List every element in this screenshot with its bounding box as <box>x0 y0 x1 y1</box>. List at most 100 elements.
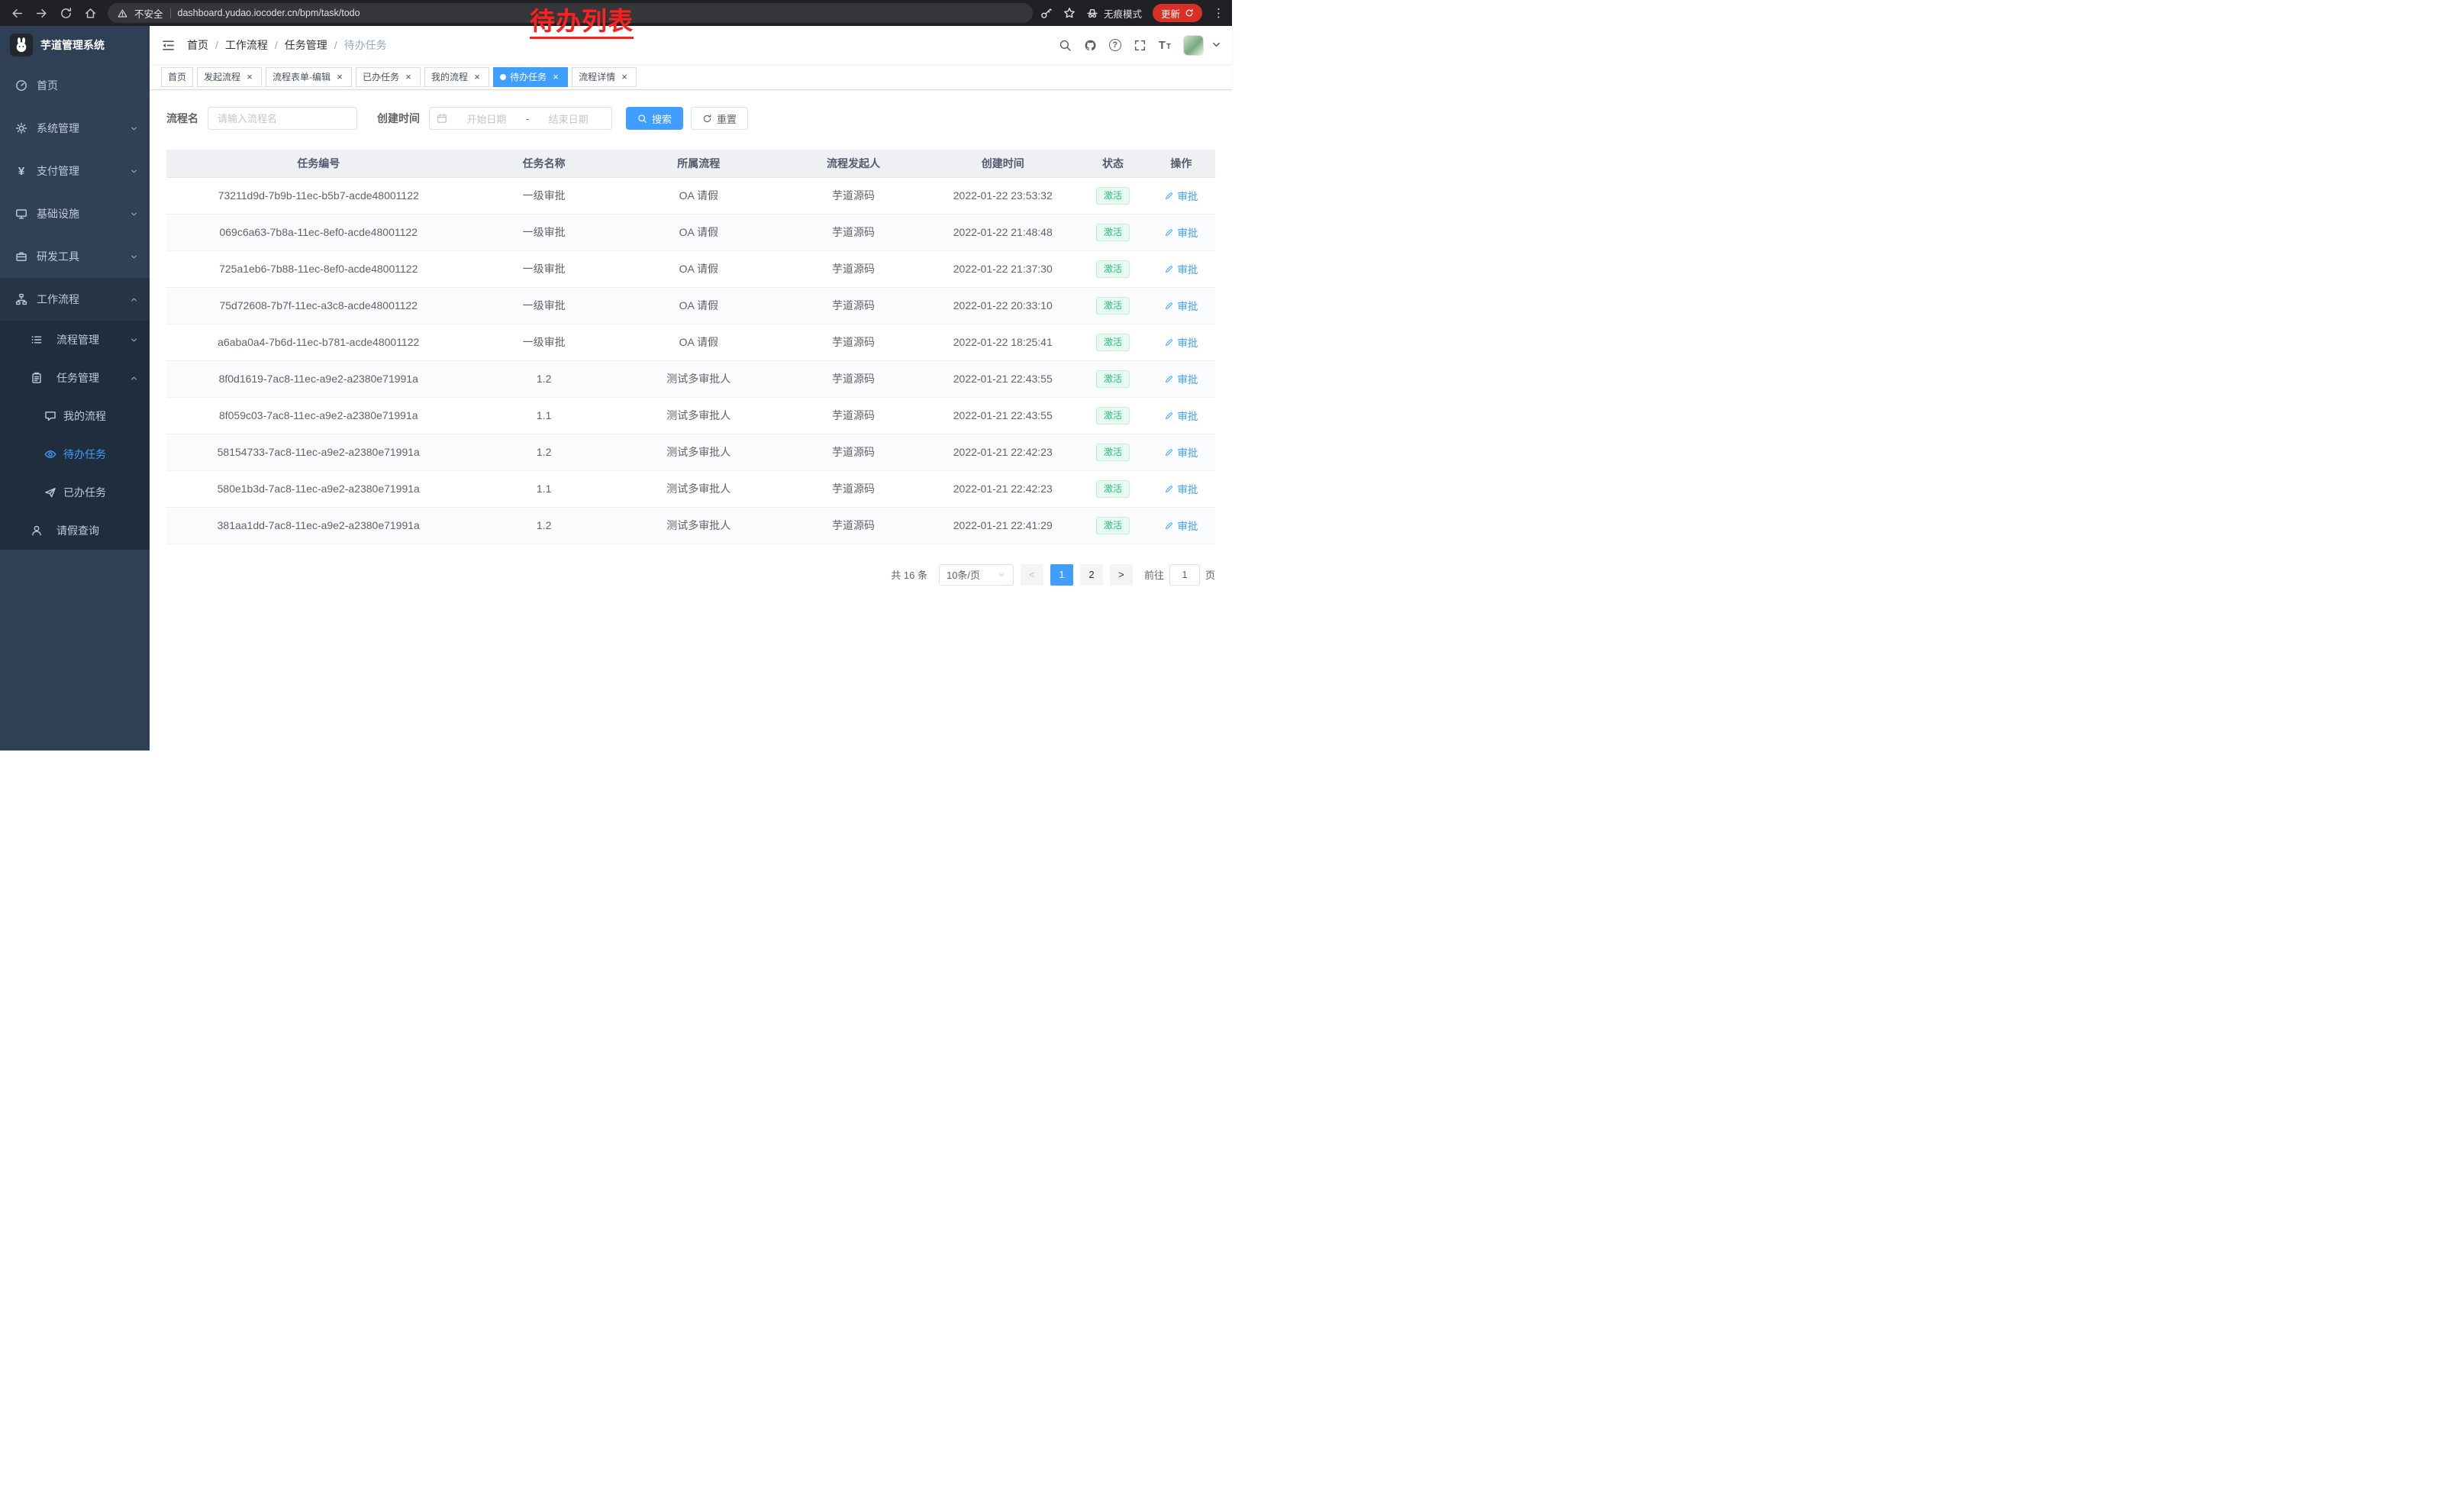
update-button[interactable]: 更新 <box>1153 4 1202 22</box>
approve-link[interactable]: 审批 <box>1164 371 1198 386</box>
col-initiator: 流程发起人 <box>780 150 927 177</box>
tab-todo-tasks[interactable]: 待办任务× <box>493 67 568 87</box>
status-cell: 激活 <box>1079 324 1147 360</box>
approve-link[interactable]: 审批 <box>1164 188 1198 203</box>
close-icon[interactable]: × <box>334 72 345 82</box>
close-icon[interactable]: × <box>619 72 630 82</box>
dashboard-icon <box>15 79 27 92</box>
avatar[interactable] <box>1183 35 1204 56</box>
tab-my-process[interactable]: 我的流程× <box>424 67 489 87</box>
tab-process-detail[interactable]: 流程详情× <box>572 67 637 87</box>
approve-link[interactable]: 审批 <box>1164 224 1198 240</box>
page-button-2[interactable]: 2 <box>1080 564 1103 586</box>
reset-button[interactable]: 重置 <box>691 107 748 130</box>
close-icon[interactable]: × <box>244 72 255 82</box>
task-table-body: 73211d9d-7b9b-11ec-b5b7-acde48001122 一级审… <box>166 177 1215 544</box>
col-task-name: 任务名称 <box>470 150 617 177</box>
close-icon[interactable]: × <box>550 72 561 82</box>
edit-icon <box>1164 374 1174 384</box>
active-tab-dot <box>500 74 506 80</box>
browser-menu-icon[interactable]: ⋮ <box>1213 6 1224 20</box>
approve-link[interactable]: 审批 <box>1164 444 1198 460</box>
sidebar-item-done-tasks[interactable]: 已办任务 <box>0 473 150 512</box>
calendar-icon <box>437 113 447 124</box>
search-icon[interactable] <box>1059 39 1072 52</box>
security-label: 不安全 <box>134 6 163 21</box>
approve-link[interactable]: 审批 <box>1164 298 1198 313</box>
breadcrumb-home[interactable]: 首页 <box>187 37 208 53</box>
status-cell: 激活 <box>1079 470 1147 507</box>
font-size-icon[interactable]: TT <box>1159 39 1171 52</box>
breadcrumb-task-mgmt[interactable]: 任务管理 <box>285 37 327 53</box>
initiator-cell: 芋道源码 <box>780 177 927 214</box>
approve-link[interactable]: 审批 <box>1164 481 1198 496</box>
sidebar-item-workflow[interactable]: 工作流程 <box>0 278 150 321</box>
sidebar-item-infrastructure[interactable]: 基础设施 <box>0 192 150 235</box>
goto-label: 前往 <box>1144 567 1164 582</box>
sidebar-item-home[interactable]: 首页 <box>0 64 150 107</box>
gear-icon <box>15 122 27 134</box>
sidebar-item-leave-query[interactable]: 请假查询 <box>0 512 150 550</box>
tab-home[interactable]: 首页 <box>161 67 193 87</box>
forward-icon[interactable] <box>35 7 48 20</box>
sidebar-item-task-mgmt[interactable]: 任务管理 <box>0 359 150 397</box>
search-button[interactable]: 搜索 <box>626 107 683 130</box>
refresh-icon <box>702 114 712 124</box>
avatar-caret-icon[interactable] <box>1210 38 1223 51</box>
approve-link[interactable]: 审批 <box>1164 518 1198 533</box>
task-name-cell: 一级审批 <box>470 250 617 287</box>
sidebar-item-system-mgmt[interactable]: 系统管理 <box>0 107 150 150</box>
key-icon[interactable] <box>1040 7 1053 19</box>
address-bar[interactable]: 不安全 dashboard.yudao.iocoder.cn/bpm/task/… <box>108 3 1033 23</box>
status-badge: 激活 <box>1096 297 1130 315</box>
tab-start-process[interactable]: 发起流程× <box>197 67 262 87</box>
create-time-cell: 2022-01-22 20:33:10 <box>927 287 1079 324</box>
page-size-select[interactable]: 10条/页 <box>939 564 1014 586</box>
date-range-picker[interactable]: 开始日期 - 结束日期 <box>429 107 612 130</box>
chevron-down-icon <box>129 252 139 262</box>
tab-done-tasks[interactable]: 已办任务× <box>356 67 421 87</box>
home-icon[interactable] <box>84 7 97 20</box>
close-icon[interactable]: × <box>472 72 482 82</box>
next-page-button[interactable]: > <box>1110 564 1133 586</box>
reload-icon[interactable] <box>60 7 73 20</box>
task-name-cell: 1.1 <box>470 470 617 507</box>
bookmark-star-icon[interactable] <box>1063 7 1076 19</box>
task-id-cell: 58154733-7ac8-11ec-a9e2-a2380e71991a <box>166 434 470 470</box>
app-logo[interactable]: 芋道管理系统 <box>0 26 150 64</box>
task-id-cell: 725a1eb6-7b88-11ec-8ef0-acde48001122 <box>166 250 470 287</box>
approve-link[interactable]: 审批 <box>1164 261 1198 276</box>
chevron-down-icon <box>129 335 139 345</box>
github-icon[interactable] <box>1084 39 1097 52</box>
goto-page-input[interactable] <box>1169 564 1200 586</box>
prev-page-button[interactable]: < <box>1021 564 1043 586</box>
sidebar-item-dev-tools[interactable]: 研发工具 <box>0 235 150 278</box>
eye-icon <box>44 448 56 460</box>
edit-icon <box>1164 264 1174 274</box>
process-name-label: 流程名 <box>166 111 198 126</box>
help-icon[interactable]: ? <box>1109 39 1121 51</box>
task-id-cell: 069c6a63-7b8a-11ec-8ef0-acde48001122 <box>166 214 470 250</box>
process-cell: OA 请假 <box>618 250 780 287</box>
approve-link[interactable]: 审批 <box>1164 334 1198 350</box>
sidebar-item-payment-mgmt[interactable]: ¥ 支付管理 <box>0 150 150 192</box>
sidebar: 芋道管理系统 首页 系统管理 ¥ 支付管理 基础设施 研发工具 <box>0 26 150 750</box>
goto-page-group: 前往 页 <box>1144 564 1215 586</box>
send-icon <box>44 486 56 499</box>
sidebar-item-todo-tasks[interactable]: 待办任务 <box>0 435 150 473</box>
sidebar-item-my-process[interactable]: 我的流程 <box>0 397 150 435</box>
col-status: 状态 <box>1079 150 1147 177</box>
back-icon[interactable] <box>11 7 24 20</box>
edit-icon <box>1164 301 1174 311</box>
process-name-input[interactable] <box>208 107 357 130</box>
tab-form-edit[interactable]: 流程表单-编辑× <box>266 67 352 87</box>
breadcrumb-workflow[interactable]: 工作流程 <box>225 37 268 53</box>
fullscreen-icon[interactable] <box>1134 39 1147 52</box>
status-badge: 激活 <box>1096 224 1130 241</box>
approve-link[interactable]: 审批 <box>1164 408 1198 423</box>
initiator-cell: 芋道源码 <box>780 507 927 544</box>
sidebar-item-process-mgmt[interactable]: 流程管理 <box>0 321 150 359</box>
sidebar-toggle-button[interactable] <box>150 26 187 64</box>
page-button-1[interactable]: 1 <box>1050 564 1073 586</box>
close-icon[interactable]: × <box>403 72 414 82</box>
